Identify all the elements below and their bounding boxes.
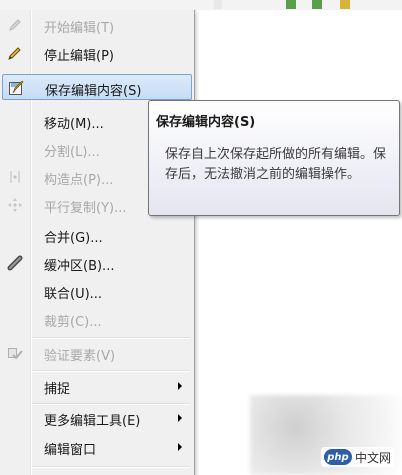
menu-item-buffer[interactable]: 缓冲区(B)... <box>2 250 192 276</box>
tooltip-body: 保存自上次保存起所做的所有编辑。保存后，无法撤消之前的编辑操作。 <box>165 147 387 182</box>
menu-item-label: 缓冲区(B)... <box>44 259 115 274</box>
toolbar-button-3[interactable] <box>312 0 322 9</box>
tooltip-title: 保存编辑内容(S) <box>156 115 256 130</box>
editor-context-menu: 开始编辑(T) 停止编辑(P) 保存编辑内容(S) 移动(M)... 分割(L)… <box>0 10 195 475</box>
menu-item-more-editing-tools[interactable]: 更多编辑工具(E) <box>2 405 192 431</box>
menu-item-label: 裁剪(C)... <box>44 315 102 330</box>
toolbar-button-1[interactable] <box>214 0 222 9</box>
menu-item-union[interactable]: 联合(U)... <box>2 278 192 304</box>
toolbar-button-4[interactable] <box>340 0 350 9</box>
menu-item-label: 合并(G)... <box>44 231 103 246</box>
menu-item-label: 分割(L)... <box>44 145 100 160</box>
menu-item-label: 联合(U)... <box>44 287 103 302</box>
watermark-text: 中文网 <box>354 450 391 465</box>
menu-item-label: 编辑窗口 <box>44 443 97 458</box>
save-edits-icon <box>7 79 25 97</box>
menu-item-save-edits[interactable]: 保存编辑内容(S) <box>2 74 192 100</box>
validate-features-icon <box>6 344 24 362</box>
menu-item-label: 移动(M)... <box>44 117 104 132</box>
stop-edit-pencil-icon <box>6 44 24 62</box>
save-edits-tooltip: 保存编辑内容(S) 保存自上次保存起所做的所有编辑。保存后，无法撤消之前的编辑操… <box>148 100 400 216</box>
menu-item-label: 捕捉 <box>44 382 71 397</box>
pencil-icon <box>6 16 24 34</box>
menu-separator <box>32 337 190 339</box>
menu-item-editing-windows[interactable]: 编辑窗口 <box>2 434 192 460</box>
copy-parallel-icon <box>6 196 24 214</box>
menu-item-stop-editing[interactable]: 停止编辑(P) <box>2 40 192 66</box>
site-watermark: php 中文网 <box>320 447 394 467</box>
menu-item-label: 构造点(P)... <box>44 173 114 188</box>
toolbar-button-2[interactable] <box>286 0 296 9</box>
buffer-icon <box>6 254 24 272</box>
menu-item-label: 开始编辑(T) <box>44 21 115 36</box>
menu-item-label: 更多编辑工具(E) <box>44 414 141 429</box>
menu-item-label: 验证要素(V) <box>44 349 116 364</box>
menu-item-label: 停止编辑(P) <box>44 49 114 64</box>
menu-item-start-editing[interactable]: 开始编辑(T) <box>2 12 192 38</box>
menu-item-clip[interactable]: 裁剪(C)... <box>2 306 192 332</box>
menu-item-validate-features[interactable]: 验证要素(V) <box>2 340 192 366</box>
menu-item-label: 保存编辑内容(S) <box>45 84 142 99</box>
menu-item-label: 平行复制(Y)... <box>44 201 127 216</box>
menu-separator <box>32 466 190 468</box>
menu-item-snapping[interactable]: 捕捉 <box>2 373 192 399</box>
submenu-arrow-icon <box>178 382 182 390</box>
submenu-arrow-icon <box>178 443 182 451</box>
submenu-arrow-icon <box>178 414 182 422</box>
php-logo: php <box>323 449 352 465</box>
menu-separator <box>32 370 190 372</box>
construct-points-icon <box>6 168 24 186</box>
menu-item-merge[interactable]: 合并(G)... <box>2 222 192 248</box>
